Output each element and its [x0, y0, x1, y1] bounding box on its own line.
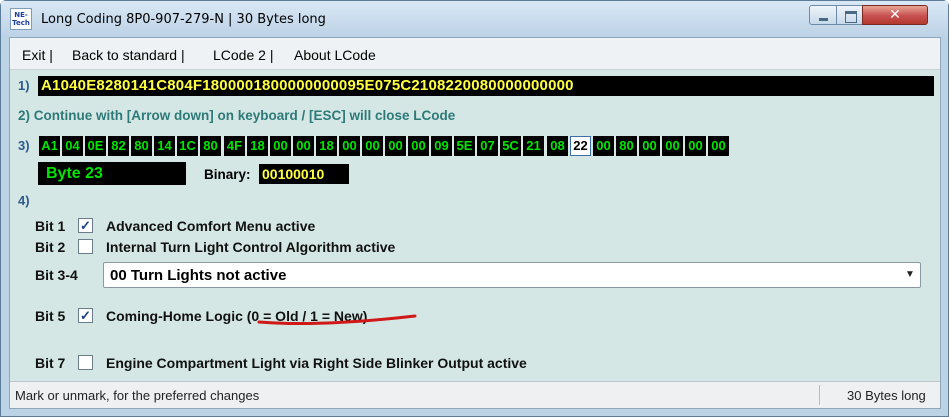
byte-cell[interactable]: 0E: [85, 136, 106, 156]
byte-cell[interactable]: 00: [408, 136, 429, 156]
byte-cell[interactable]: 80: [200, 136, 221, 156]
red-underline-annotation: [257, 314, 417, 326]
close-button[interactable]: ✕: [862, 5, 928, 25]
binary-label: Binary:: [204, 167, 251, 182]
minimize-button[interactable]: [809, 5, 837, 25]
maximize-button[interactable]: [836, 5, 863, 25]
bit-5-label: Bit 5: [35, 308, 66, 324]
byte-cell-selected[interactable]: 22: [570, 136, 591, 156]
byte-cell[interactable]: 07: [477, 136, 498, 156]
byte-cell[interactable]: 5E: [454, 136, 475, 156]
menu-bar: Exit | Back to standard | LCode 2 | Abou…: [10, 38, 940, 70]
byte-cell[interactable]: 18: [316, 136, 337, 156]
menu-about-lcode[interactable]: About LCode: [294, 47, 376, 63]
byte-cell[interactable]: A1: [39, 136, 60, 156]
byte-cell[interactable]: 00: [639, 136, 660, 156]
maximize-icon: [837, 6, 862, 24]
app-logo-icon: NE-Tech: [10, 8, 32, 30]
status-message: Mark or unmark, for the preferred change…: [15, 388, 260, 403]
title-bar[interactable]: NE-Tech Long Coding 8P0-907-279-N | 30 B…: [1, 1, 948, 37]
full-coding-string[interactable]: A1040E8280141C804F1800001800000000095E07…: [38, 76, 934, 96]
byte-cell[interactable]: 14: [154, 136, 175, 156]
instruction-text: 2) Continue with [Arrow down] on keyboar…: [18, 108, 456, 123]
byte-cell[interactable]: 00: [362, 136, 383, 156]
byte-cell[interactable]: 09: [431, 136, 452, 156]
byte-cell[interactable]: 00: [685, 136, 706, 156]
byte-cell[interactable]: 21: [523, 136, 544, 156]
byte-cell[interactable]: 00: [270, 136, 291, 156]
bit-1-label: Bit 1: [35, 218, 66, 234]
window-title: Long Coding 8P0-907-279-N | 30 Bytes lon…: [41, 12, 326, 27]
byte-cell[interactable]: 00: [385, 136, 406, 156]
bit-7-label: Bit 7: [35, 355, 66, 371]
bit-1-description[interactable]: Advanced Comfort Menu active: [106, 218, 315, 234]
byte-cell[interactable]: 00: [339, 136, 360, 156]
section-1-label: 1): [18, 78, 30, 93]
chevron-down-icon[interactable]: ▼: [900, 263, 920, 287]
bit-3-4-label: Bit 3-4: [35, 267, 78, 283]
byte-cell[interactable]: 00: [293, 136, 314, 156]
menu-back-to-standard[interactable]: Back to standard |: [72, 47, 185, 63]
lcode-window: NE-Tech Long Coding 8P0-907-279-N | 30 B…: [0, 0, 949, 417]
turn-lights-select[interactable]: 00 Turn Lights not active ▼: [103, 262, 921, 288]
byte-cell[interactable]: 5C: [500, 136, 521, 156]
menu-lcode-2[interactable]: LCode 2 |: [213, 47, 273, 63]
byte-cell[interactable]: 04: [62, 136, 83, 156]
byte-cell[interactable]: 00: [662, 136, 683, 156]
status-byte-count: 30 Bytes long: [847, 388, 926, 403]
section-3-label: 3): [18, 138, 30, 153]
binary-value: 00100010: [259, 164, 349, 184]
byte-cell[interactable]: 80: [131, 136, 152, 156]
bit-7-description[interactable]: Engine Compartment Light via Right Side …: [106, 355, 527, 371]
minimize-icon: [810, 6, 836, 24]
close-icon: ✕: [889, 7, 901, 23]
byte-cell[interactable]: 80: [616, 136, 637, 156]
byte-cell[interactable]: 08: [547, 136, 568, 156]
byte-cell[interactable]: 18: [247, 136, 268, 156]
bit-7-checkbox[interactable]: [78, 355, 93, 370]
section-4-label: 4): [18, 193, 30, 208]
bit-2-label: Bit 2: [35, 239, 66, 255]
byte-cell[interactable]: 1C: [177, 136, 198, 156]
byte-cell[interactable]: 00: [593, 136, 614, 156]
byte-number-label: Byte 23: [38, 162, 186, 185]
bit-2-description[interactable]: Internal Turn Light Control Algorithm ac…: [106, 239, 395, 255]
client-area: Exit | Back to standard | LCode 2 | Abou…: [9, 37, 941, 409]
byte-cell[interactable]: 00: [708, 136, 729, 156]
turn-lights-select-value: 00 Turn Lights not active: [110, 267, 287, 284]
bit-2-checkbox[interactable]: [78, 239, 93, 254]
bit-1-checkbox[interactable]: ✓: [78, 218, 93, 233]
menu-exit[interactable]: Exit |: [22, 47, 53, 63]
status-bar: Mark or unmark, for the preferred change…: [10, 381, 940, 408]
byte-cell[interactable]: 4F: [224, 136, 245, 156]
status-divider: [819, 385, 820, 405]
byte-cell[interactable]: 82: [108, 136, 129, 156]
bit-5-checkbox[interactable]: ✓: [78, 308, 93, 323]
